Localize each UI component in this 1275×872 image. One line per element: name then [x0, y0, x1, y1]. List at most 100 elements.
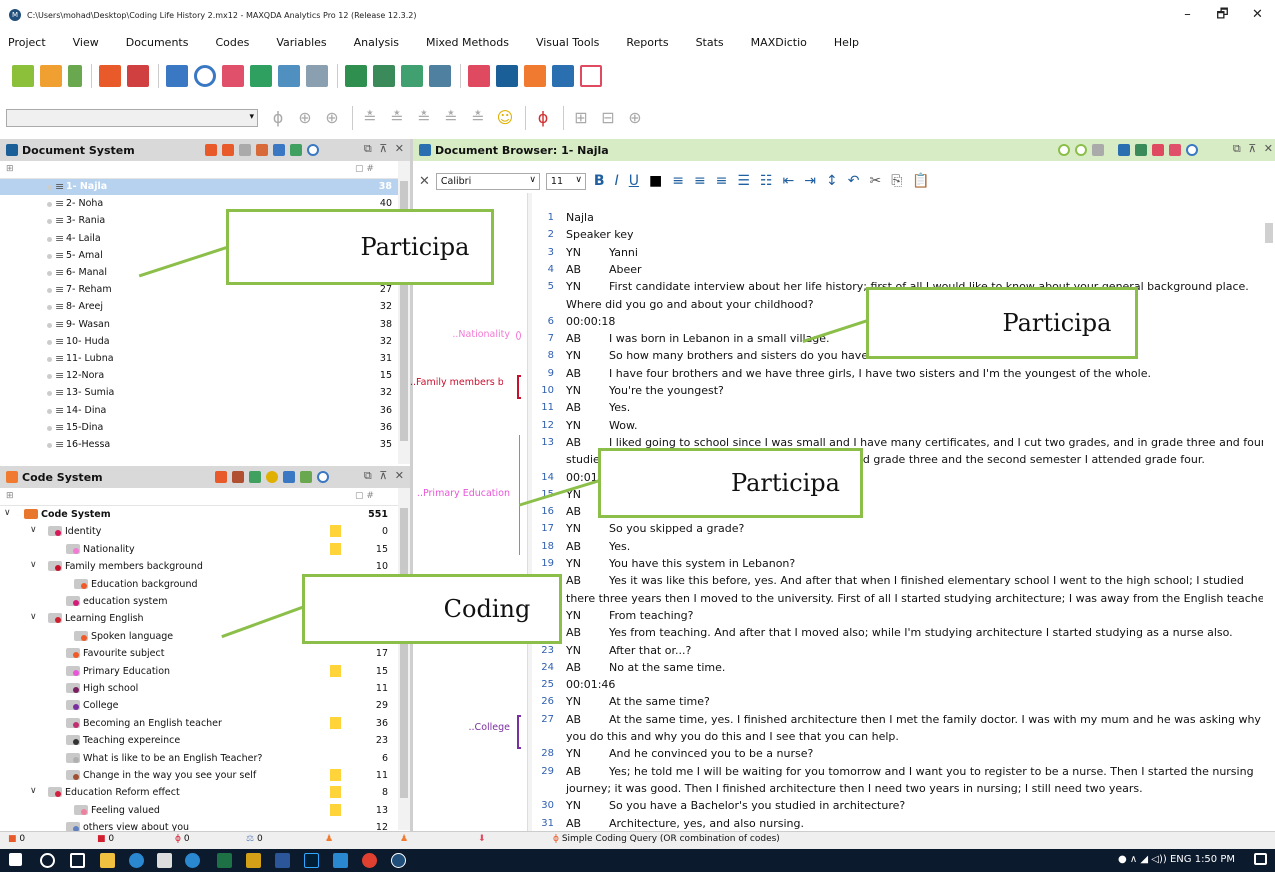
code-variables-icon[interactable] — [401, 65, 423, 87]
menu-view[interactable]: View — [73, 36, 99, 49]
status-coded[interactable]: ϕ 0 — [175, 834, 190, 844]
code-properties-icon[interactable] — [232, 471, 244, 483]
bold-icon[interactable]: B — [594, 173, 605, 189]
menu-visual-tools[interactable]: Visual Tools — [536, 36, 599, 49]
browser-scroll-thumb[interactable] — [1265, 223, 1273, 243]
expand-caret-icon[interactable]: ∨ — [4, 508, 11, 518]
code-in-vivo-icon[interactable]: ⊕ — [322, 108, 342, 128]
activation-dot-icon[interactable] — [47, 236, 52, 242]
paragraph-number[interactable]: 27 — [532, 711, 554, 728]
paragraph-number[interactable]: 13 — [532, 434, 554, 451]
notifications-icon[interactable] — [1254, 853, 1267, 865]
color-code-magenta-icon[interactable]: ≛ — [441, 108, 461, 128]
expand-caret-icon[interactable]: ∨ — [30, 560, 37, 570]
panel-window-controls[interactable]: ⧉ ⊼ ✕ — [364, 142, 406, 156]
activate-all-icon[interactable] — [290, 144, 302, 156]
new-pdf-icon[interactable] — [256, 144, 268, 156]
code-item[interactable]: Teaching expereince 23 — [0, 732, 398, 750]
code-stripes-icon[interactable] — [1169, 144, 1181, 156]
menu-help[interactable]: Help — [834, 36, 859, 49]
document-item[interactable]: ≡ 11- Lubna 31 — [0, 351, 398, 367]
code-item[interactable]: Primary Education 15 — [0, 663, 398, 681]
code-sets-icon[interactable] — [249, 471, 261, 483]
search-codes-icon[interactable] — [317, 471, 329, 483]
code-favorites-icon[interactable] — [300, 471, 312, 483]
document-item[interactable]: ≡ 12-Nora 15 — [0, 368, 398, 384]
code-item[interactable]: ∨ Identity 0 — [0, 523, 398, 541]
data-editor-icon[interactable] — [429, 65, 451, 87]
activation-dot-icon[interactable] — [47, 425, 52, 431]
code-memo-icon[interactable] — [330, 769, 341, 781]
code-item[interactable]: Nationality 15 — [0, 541, 398, 559]
paragraph-number[interactable]: 11 — [532, 399, 554, 416]
activation-dot-icon[interactable] — [47, 443, 52, 448]
chrome-icon[interactable] — [362, 853, 377, 868]
color-code-blue-icon[interactable]: ≛ — [414, 108, 434, 128]
maximize-button[interactable]: 🗗 — [1205, 0, 1240, 30]
code-item[interactable]: Feeling valued 13 — [0, 802, 398, 820]
font-family-select[interactable]: Calibri ∨ — [435, 172, 540, 190]
code-memo-icon[interactable] — [330, 786, 341, 799]
close-toolbar-icon[interactable]: ✕ — [419, 174, 430, 189]
document-item[interactable]: ≡ 9- Wasan 38 — [0, 317, 398, 333]
windows-start-icon[interactable] — [9, 853, 22, 866]
zoom-in-icon[interactable] — [1058, 144, 1070, 156]
coding-query-status[interactable]: ϕ Simple Coding Query (OR combination of… — [553, 834, 780, 844]
document-system-window-icon[interactable] — [496, 65, 518, 87]
color-code-green-icon[interactable]: ≛ — [387, 108, 407, 128]
code-memo-icon[interactable] — [330, 664, 341, 677]
margin-code-nationality[interactable]: ..Nationality — [413, 329, 510, 340]
internet-explorer-icon[interactable] — [185, 853, 200, 868]
document-item[interactable]: ≡ 16-Hessa 35 — [0, 437, 398, 453]
new-project-icon[interactable] — [12, 65, 34, 87]
expand-caret-icon[interactable]: ∨ — [30, 525, 37, 535]
activation-dot-icon[interactable] — [47, 305, 52, 311]
excel-icon[interactable] — [217, 853, 232, 868]
underline-icon[interactable]: U — [629, 173, 639, 189]
expand-caret-icon[interactable]: ∨ — [30, 612, 37, 622]
memo-icon[interactable]: ⊞ — [571, 108, 591, 128]
paste-icon[interactable]: 📋 — [912, 173, 929, 189]
line-spacing-icon[interactable]: ↕ — [826, 173, 838, 189]
search-in-document-icon[interactable] — [1186, 144, 1198, 156]
export-icon[interactable] — [1135, 144, 1147, 156]
paragraph-number[interactable]: 19 — [532, 555, 554, 572]
document-item[interactable]: ≡ 8- Areej 32 — [0, 299, 398, 315]
menu-documents[interactable]: Documents — [126, 36, 189, 49]
presentation-icon[interactable] — [468, 65, 490, 87]
close-button[interactable]: ✕ — [1240, 0, 1275, 30]
paragraph-number[interactable]: 16 — [532, 503, 554, 520]
variables-icon[interactable] — [345, 65, 367, 87]
menu-reports[interactable]: Reports — [626, 36, 668, 49]
task-view-icon[interactable] — [70, 853, 85, 868]
paragraph-number[interactable]: 14 — [532, 469, 554, 486]
code-stripe-primary[interactable] — [519, 435, 520, 555]
code-memo-icon[interactable] — [330, 803, 341, 816]
paragraph-number[interactable]: 31 — [532, 815, 554, 832]
file-explorer-icon[interactable] — [100, 853, 115, 868]
new-set-icon[interactable] — [273, 144, 285, 156]
activation-dot-icon[interactable] — [47, 408, 52, 414]
document-item[interactable]: ≡ 10- Huda 32 — [0, 334, 398, 350]
code-system-window-icon[interactable] — [524, 65, 546, 87]
code-item[interactable]: ∨ Code System 551 — [0, 506, 398, 524]
code-panel-window-controls[interactable]: ⧉ ⊼ ✕ — [364, 469, 406, 483]
paragraph-number[interactable]: 29 — [532, 763, 554, 780]
document-item[interactable]: ≡ 15-Dina 36 — [0, 420, 398, 436]
search-icon[interactable] — [40, 853, 55, 868]
activation-dot-icon[interactable] — [47, 185, 52, 190]
code-memo-icon[interactable] — [330, 525, 341, 538]
code-new-icon[interactable]: ⊕ — [295, 108, 315, 128]
overview-coded-segments-icon[interactable] — [166, 65, 188, 87]
search-documents-icon[interactable] — [307, 144, 319, 156]
edit-mode-icon[interactable] — [1118, 144, 1130, 156]
paragraph-number[interactable]: 24 — [532, 659, 554, 676]
paragraph-number[interactable]: 5 — [532, 278, 554, 295]
paragraph-number[interactable]: 2 — [532, 226, 554, 243]
store-icon[interactable] — [157, 853, 172, 868]
retrieve-icon[interactable] — [1152, 144, 1164, 156]
color-code-yellow-icon[interactable]: ≛ — [468, 108, 488, 128]
paragraph-number[interactable]: 6 — [532, 313, 554, 330]
browser-window-controls[interactable]: ⧉ ⊼ ✕ — [1233, 142, 1275, 156]
code-item[interactable]: Favourite subject 17 — [0, 645, 398, 663]
